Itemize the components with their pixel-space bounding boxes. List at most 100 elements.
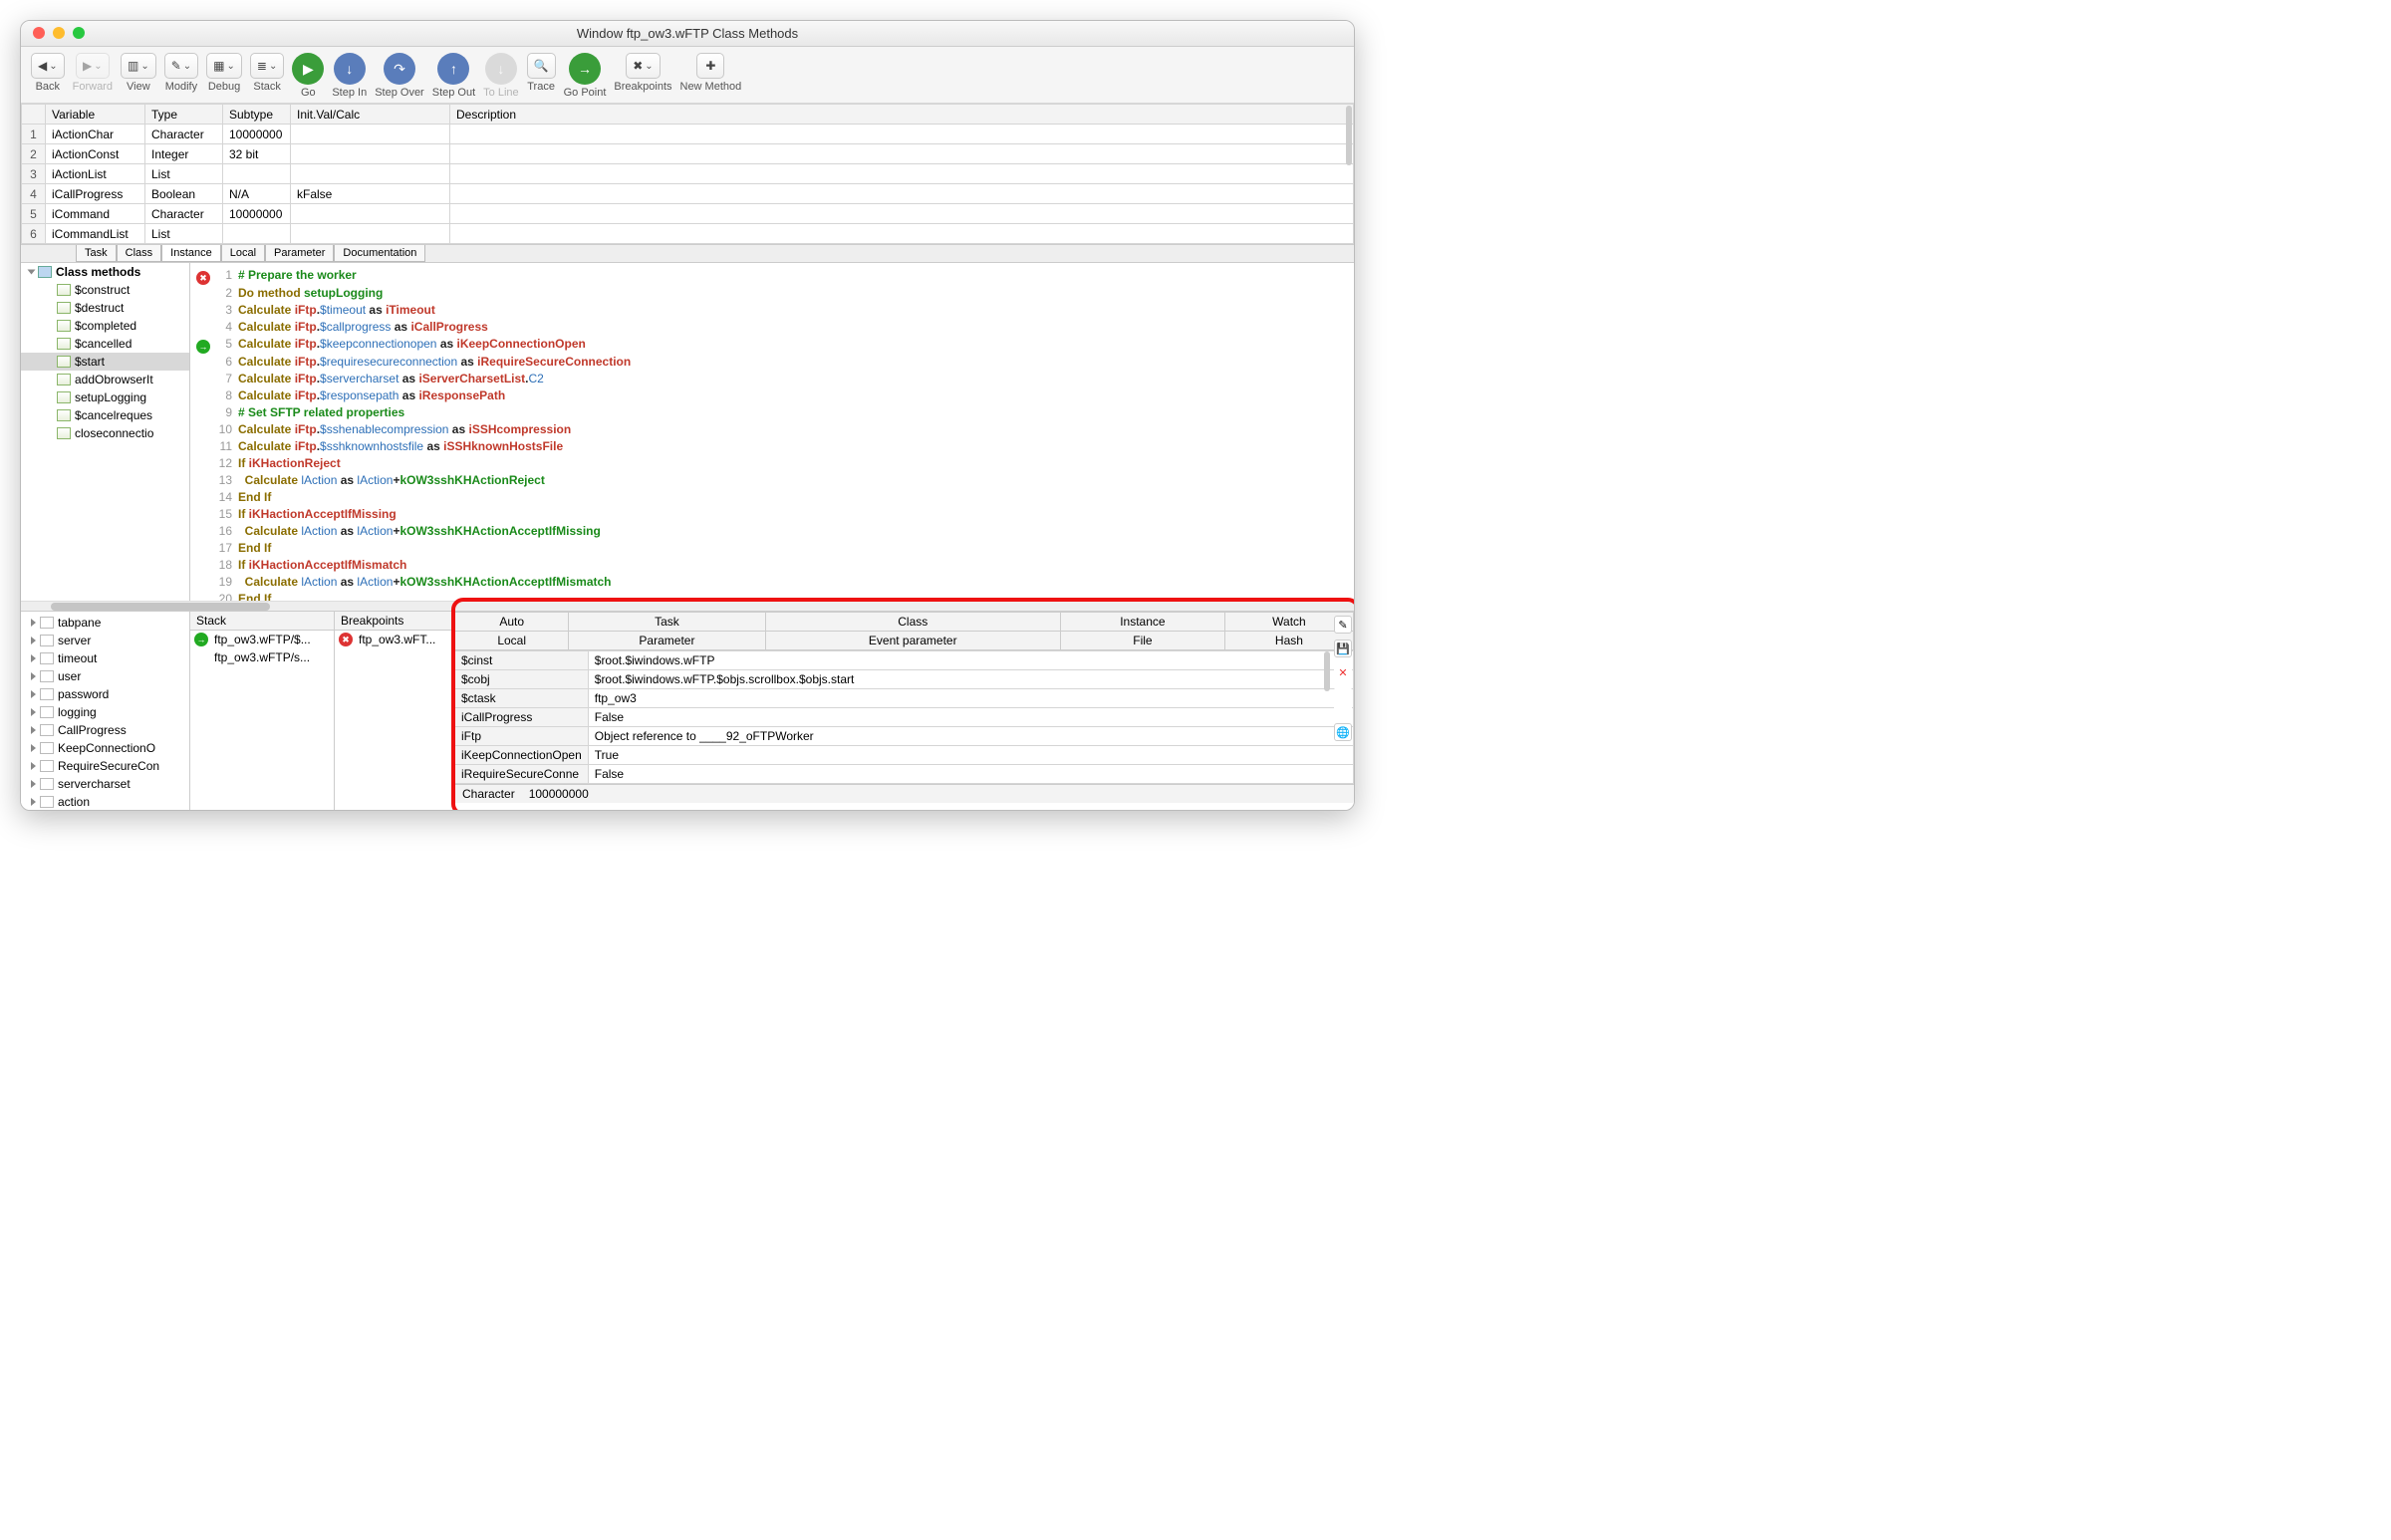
forward-button[interactable]: ▶ — [76, 53, 110, 79]
debug-button[interactable]: ▦ — [206, 53, 242, 79]
delete-icon[interactable]: ✕ — [1334, 663, 1352, 681]
stack-row[interactable]: ftp_ow3.wFTP/s... — [190, 648, 334, 666]
code-line[interactable]: 19 Calculate lAction as lAction+kOW3sshK… — [196, 574, 1348, 591]
tree-item[interactable]: server — [21, 632, 189, 649]
inspect-tab-instance[interactable]: Instance — [1060, 613, 1224, 632]
class-tree[interactable]: Class methods$construct$destruct$complet… — [21, 263, 190, 601]
code-line[interactable]: 6Calculate iFtp.$requiresecureconnection… — [196, 354, 1348, 371]
minimize-icon[interactable] — [53, 27, 65, 39]
code-editor[interactable]: ✖1# Prepare the worker2Do method setupLo… — [190, 263, 1354, 601]
code-line[interactable]: 17End If — [196, 540, 1348, 557]
code-hscroll[interactable] — [21, 601, 1354, 611]
variable-row[interactable]: 1iActionCharCharacter10000000 — [22, 125, 1354, 144]
close-icon[interactable] — [33, 27, 45, 39]
tree-item[interactable]: password — [21, 685, 189, 703]
stepover-button[interactable]: ↷ — [384, 53, 415, 85]
newmethod-button[interactable]: ✚ — [696, 53, 724, 79]
scope-tab-class[interactable]: Class — [117, 245, 162, 262]
code-line[interactable]: 4Calculate iFtp.$callprogress as iCallPr… — [196, 319, 1348, 336]
save-icon[interactable]: 💾 — [1334, 640, 1352, 657]
class-tree-bottom[interactable]: tabpaneservertimeoutuserpasswordloggingC… — [21, 612, 190, 810]
code-line[interactable]: 16 Calculate lAction as lAction+kOW3sshK… — [196, 523, 1348, 540]
tree-item[interactable]: action — [21, 793, 189, 810]
code-line[interactable]: 11Calculate iFtp.$sshknownhostsfile as i… — [196, 438, 1348, 455]
tree-item[interactable]: RequireSecureCon — [21, 757, 189, 775]
modify-button[interactable]: ✎ — [164, 53, 198, 79]
view-button[interactable]: ▥ — [121, 53, 156, 79]
tree-item[interactable]: logging — [21, 703, 189, 721]
inspect-tab-task[interactable]: Task — [569, 613, 765, 632]
trace-button[interactable]: 🔍 — [527, 53, 556, 79]
code-line[interactable]: 13 Calculate lAction as lAction+kOW3sshK… — [196, 472, 1348, 489]
scope-tab-local[interactable]: Local — [221, 245, 265, 262]
breakpoints-button[interactable]: ✖ — [626, 53, 660, 79]
tree-item[interactable]: tabpane — [21, 614, 189, 632]
inspect-row[interactable]: iFtpObject reference to ____92_oFTPWorke… — [455, 727, 1354, 746]
tree-item[interactable]: timeout — [21, 649, 189, 667]
variable-row[interactable]: 6iCommandListList — [22, 224, 1354, 244]
breakpoint-row[interactable]: ✖ftp_ow3.wFT... — [335, 631, 453, 648]
scope-tab-instance[interactable]: Instance — [161, 245, 221, 262]
scope-tab-task[interactable]: Task — [76, 245, 117, 262]
inspector-scrollbar[interactable] — [1324, 651, 1330, 691]
code-line[interactable]: 14End If — [196, 489, 1348, 506]
col-type[interactable]: Type — [145, 105, 223, 125]
zoom-icon[interactable] — [73, 27, 85, 39]
code-line[interactable]: 2Do method setupLogging — [196, 285, 1348, 302]
breakpoint-icon[interactable]: ✖ — [196, 271, 210, 285]
col-init.val/calc[interactable]: Init.Val/Calc — [291, 105, 450, 125]
tree-method[interactable]: $completed — [21, 317, 189, 335]
tree-method[interactable]: addObrowserIt — [21, 371, 189, 388]
code-line[interactable]: 10Calculate iFtp.$sshenablecompression a… — [196, 421, 1348, 438]
col-description[interactable]: Description — [450, 105, 1354, 125]
tree-method[interactable]: $construct — [21, 281, 189, 299]
inspect-tab-class[interactable]: Class — [765, 613, 1060, 632]
tree-item[interactable]: KeepConnectionO — [21, 739, 189, 757]
tree-method[interactable]: setupLogging — [21, 388, 189, 406]
stepin-button[interactable]: ↓ — [334, 53, 366, 85]
variable-row[interactable]: 3iActionListList — [22, 164, 1354, 184]
inspect-row[interactable]: iCallProgressFalse — [455, 708, 1354, 727]
code-line[interactable]: 12If iKHactionReject — [196, 455, 1348, 472]
code-line[interactable]: 15If iKHactionAcceptIfMissing — [196, 506, 1348, 523]
code-line[interactable]: 7Calculate iFtp.$servercharset as iServe… — [196, 371, 1348, 387]
variable-row[interactable]: 5iCommandCharacter10000000 — [22, 204, 1354, 224]
gopoint-button[interactable]: → — [569, 53, 601, 85]
col-subtype[interactable]: Subtype — [223, 105, 291, 125]
inspect-row[interactable]: $ctaskftp_ow3 — [455, 689, 1354, 708]
inspect-tab-file[interactable]: File — [1060, 632, 1224, 650]
code-line[interactable]: 3Calculate iFtp.$timeout as iTimeout — [196, 302, 1348, 319]
scrollbar[interactable] — [1346, 106, 1352, 165]
inspect-tab-auto[interactable]: Auto — [455, 613, 569, 632]
inspect-row[interactable]: iKeepConnectionOpenTrue — [455, 746, 1354, 765]
go-button[interactable]: ▶ — [292, 53, 324, 85]
tree-method[interactable]: $destruct — [21, 299, 189, 317]
code-line[interactable]: →5Calculate iFtp.$keepconnectionopen as … — [196, 336, 1348, 354]
tree-method[interactable]: $cancelled — [21, 335, 189, 353]
code-line[interactable]: 20End If — [196, 591, 1348, 601]
variable-row[interactable]: 4iCallProgressBooleanN/AkFalse — [22, 184, 1354, 204]
code-line[interactable]: ✖1# Prepare the worker — [196, 267, 1348, 285]
scope-tab-parameter[interactable]: Parameter — [265, 245, 334, 262]
code-line[interactable]: 18If iKHactionAcceptIfMismatch — [196, 557, 1348, 574]
tree-item[interactable]: user — [21, 667, 189, 685]
inspect-row[interactable]: $cobj$root.$iwindows.wFTP.$objs.scrollbo… — [455, 670, 1354, 689]
stack-row[interactable]: →ftp_ow3.wFTP/$... — [190, 631, 334, 648]
inspect-row[interactable]: $cinst$root.$iwindows.wFTP — [455, 651, 1354, 670]
tree-item[interactable]: servercharset — [21, 775, 189, 793]
back-button[interactable]: ◀ — [31, 53, 65, 79]
inspect-tab-local[interactable]: Local — [455, 632, 569, 650]
tree-item[interactable]: CallProgress — [21, 721, 189, 739]
stack-button[interactable]: ≣ — [250, 53, 284, 79]
tree-method[interactable]: $start — [21, 353, 189, 371]
inspect-tab-event-parameter[interactable]: Event parameter — [765, 632, 1060, 650]
toline-button[interactable]: ↓ — [485, 53, 517, 85]
stepout-button[interactable]: ↑ — [437, 53, 469, 85]
tree-method[interactable]: closeconnectio — [21, 424, 189, 442]
globe-icon[interactable]: 🌐 — [1334, 723, 1352, 741]
edit-icon[interactable]: ✎ — [1334, 616, 1352, 634]
inspect-tab-parameter[interactable]: Parameter — [569, 632, 765, 650]
code-line[interactable]: 8Calculate iFtp.$responsepath as iRespon… — [196, 387, 1348, 404]
col-variable[interactable]: Variable — [46, 105, 145, 125]
tree-method[interactable]: $cancelreques — [21, 406, 189, 424]
